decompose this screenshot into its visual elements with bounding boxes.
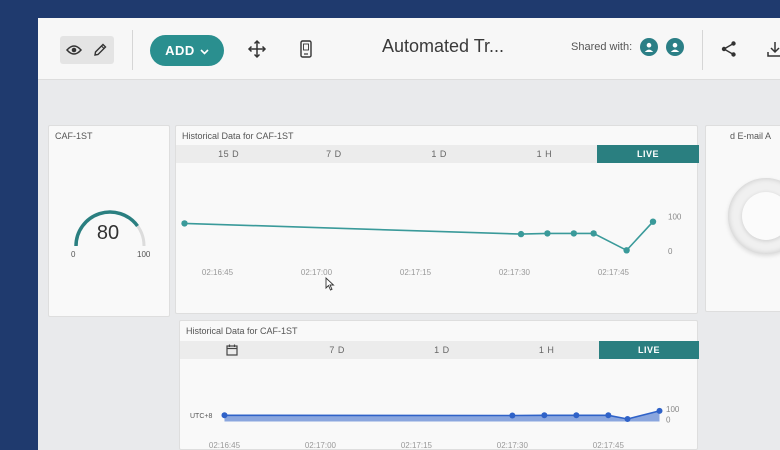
data-point [605, 412, 612, 419]
x-tick-label: 02:17:15 [400, 268, 432, 277]
data-point [590, 230, 597, 237]
eye-icon[interactable] [64, 40, 84, 60]
y-tick-label: 0 [666, 416, 671, 425]
mobile-phone-icon[interactable] [295, 38, 317, 60]
toolbar-divider [702, 30, 703, 70]
chart-plot-area: 02:16:45 02:17:00 02:17:15 02:17:30 02:17:45… [209, 405, 680, 450]
data-point [649, 218, 657, 225]
y-tick-label: 100 [668, 213, 682, 222]
x-tick-label: 02:17:00 [301, 268, 333, 277]
email-widget-title: d E-mail A [730, 131, 772, 141]
email-toggle-knob [742, 192, 780, 240]
x-tick-label: 02:17:45 [593, 441, 625, 450]
move-arrows-icon[interactable] [246, 38, 268, 60]
user-avatar-icon[interactable] [666, 38, 684, 56]
download-icon[interactable] [764, 38, 780, 60]
x-tick-label: 02:17:00 [305, 441, 337, 450]
historical-chart-widget: Historical Data for CAF-1ST 15 D 7 D 1 D… [175, 125, 699, 314]
data-point [541, 412, 548, 419]
data-point [623, 247, 630, 254]
data-point [544, 230, 551, 237]
email-widget: d E-mail A [705, 125, 780, 312]
y-tick-label: 0 [668, 247, 673, 256]
data-point [573, 412, 580, 419]
x-tick-label: 02:17:30 [499, 268, 531, 277]
data-point [221, 412, 228, 419]
data-point [570, 230, 578, 237]
share-icon[interactable] [718, 38, 740, 60]
add-button-label: ADD [165, 43, 195, 58]
x-tick-label: 02:16:45 [209, 441, 241, 450]
view-edit-toggle [60, 36, 114, 64]
chart-plot-area: 02:16:45 02:17:00 02:17:15 02:17:30 02:17:45… [181, 213, 682, 277]
data-point [624, 415, 631, 422]
dashboard-screen: ADD Automated Tr... Shared with: CAF-1ST… [38, 18, 780, 450]
data-point [509, 412, 516, 419]
top-toolbar: ADD Automated Tr... Shared with: [38, 18, 780, 80]
data-point [517, 230, 525, 238]
mouse-cursor-icon [325, 277, 335, 291]
user-avatar-icon[interactable] [640, 38, 658, 56]
series-line [184, 221, 654, 252]
gauge-min-label: 0 [71, 250, 76, 259]
toolbar-divider [132, 30, 133, 70]
x-tick-label: 02:16:45 [202, 268, 234, 277]
gauge-max-label: 100 [137, 250, 151, 259]
x-tick-label: 02:17:15 [401, 441, 433, 450]
gauge-value: 80 [96, 222, 120, 244]
gauge-widget-title: CAF-1ST [55, 131, 93, 141]
gauge-widget: CAF-1ST 80 0 100 [48, 125, 170, 317]
dashboard-title: Automated Tr... [382, 36, 505, 56]
chevron-down-icon [200, 43, 209, 58]
data-point [656, 407, 663, 414]
pencil-icon[interactable] [90, 40, 110, 60]
x-tick-label: 02:17:30 [497, 441, 529, 450]
shared-with-label: Shared with: [571, 41, 633, 53]
historical-chart-widget: Historical Data for CAF-1ST 7 D 1 D 1 H … [179, 320, 699, 450]
x-tick-label: 02:17:45 [598, 268, 630, 277]
y-tick-label: 100 [666, 405, 680, 414]
email-toggle-button[interactable] [728, 178, 780, 254]
add-button[interactable]: ADD [150, 35, 224, 66]
data-point [181, 220, 188, 227]
